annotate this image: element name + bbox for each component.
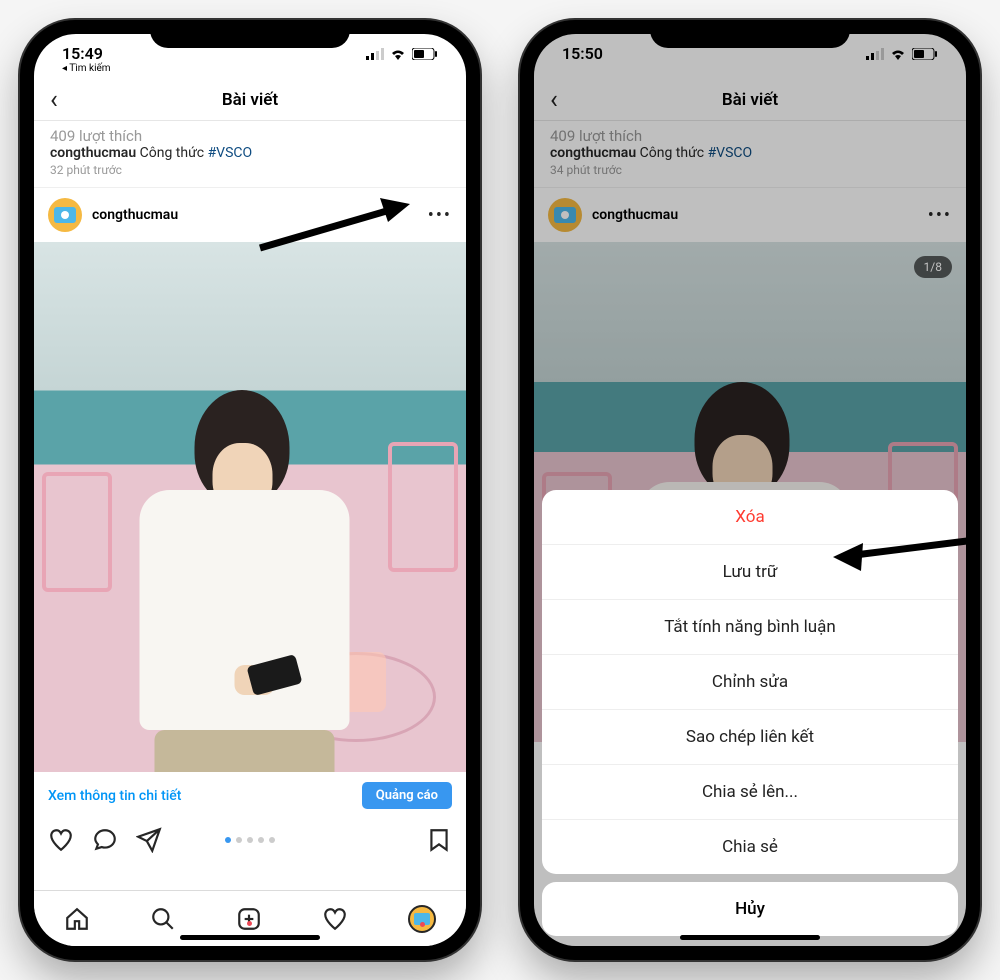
post-image[interactable]	[34, 242, 466, 772]
more-options-button[interactable]: •••	[428, 205, 452, 226]
cellular-icon	[366, 48, 384, 60]
share-icon[interactable]	[136, 827, 162, 853]
post-username[interactable]: congthucmau	[92, 207, 418, 223]
wifi-icon	[390, 48, 406, 60]
prev-time: 32 phút trước	[50, 163, 450, 177]
previous-post-snippet: 409 lượt thích congthucmau Công thức #VS…	[34, 121, 466, 187]
sheet-cancel[interactable]: Hủy	[542, 882, 958, 936]
nav-header: ‹ Bài viết	[34, 82, 466, 121]
notch	[150, 20, 350, 48]
phone-left: 15:49 ◂ Tìm kiếm ‹ Bài viết 409 lượt thí…	[20, 20, 480, 960]
battery-icon	[412, 48, 438, 60]
nav-activity[interactable]	[322, 906, 348, 932]
sheet-share-to[interactable]: Chia sẻ lên...	[542, 765, 958, 820]
home-indicator[interactable]	[680, 935, 820, 940]
nav-search[interactable]	[150, 906, 176, 932]
back-button[interactable]: ‹	[50, 85, 58, 115]
sheet-share[interactable]: Chia sẻ	[542, 820, 958, 874]
ad-details-link[interactable]: Xem thông tin chi tiết	[48, 788, 181, 804]
status-time: 15:49	[62, 44, 111, 63]
carousel-dots	[225, 837, 275, 843]
sheet-archive[interactable]: Lưu trữ	[542, 545, 958, 600]
action-sheet-options: Xóa Lưu trữ Tắt tính năng bình luận Chỉn…	[542, 490, 958, 874]
screen: 15:49 ◂ Tìm kiếm ‹ Bài viết 409 lượt thí…	[34, 34, 466, 946]
page-title: Bài viết	[222, 90, 278, 110]
status-back-app[interactable]: ◂ Tìm kiếm	[62, 63, 111, 74]
prev-hashtag[interactable]: #VSCO	[208, 145, 253, 161]
likes-count: 409 lượt thích	[50, 127, 450, 145]
prev-caption: Công thức	[140, 145, 204, 161]
like-icon[interactable]	[48, 827, 74, 853]
bookmark-icon[interactable]	[426, 827, 452, 853]
nav-profile[interactable]	[408, 905, 436, 933]
action-sheet: Xóa Lưu trữ Tắt tính năng bình luận Chỉn…	[542, 490, 958, 936]
comment-icon[interactable]	[92, 827, 118, 853]
notch	[650, 20, 850, 48]
ad-badge[interactable]: Quảng cáo	[362, 782, 452, 809]
nav-add[interactable]	[236, 906, 262, 932]
status-indicators	[366, 48, 438, 60]
nav-home[interactable]	[64, 906, 90, 932]
sheet-copy-link[interactable]: Sao chép liên kết	[542, 710, 958, 765]
home-indicator[interactable]	[180, 935, 320, 940]
sheet-edit[interactable]: Chỉnh sửa	[542, 655, 958, 710]
prev-username[interactable]: congthucmau	[50, 145, 136, 161]
screen: 15:50 ‹ Bài viết 409 lượt thích congthuc…	[534, 34, 966, 946]
avatar[interactable]	[48, 198, 82, 232]
sheet-disable-comments[interactable]: Tắt tính năng bình luận	[542, 600, 958, 655]
post-actions	[34, 819, 466, 859]
phone-right: 15:50 ‹ Bài viết 409 lượt thích congthuc…	[520, 20, 980, 960]
ad-row: Xem thông tin chi tiết Quảng cáo	[34, 772, 466, 819]
post-header: congthucmau •••	[34, 187, 466, 242]
sheet-delete[interactable]: Xóa	[542, 490, 958, 545]
